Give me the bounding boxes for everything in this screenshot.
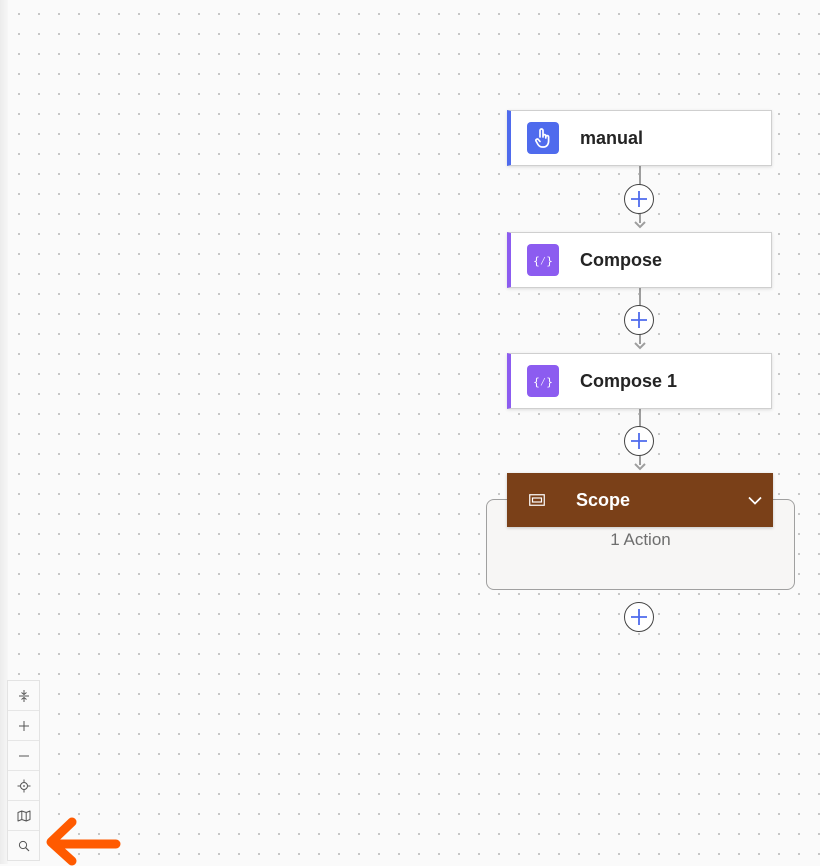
svg-text:{⁄}: {⁄}	[533, 376, 553, 389]
plus-icon	[631, 609, 647, 625]
map-icon	[17, 810, 30, 821]
action-card-compose[interactable]: {⁄} Compose	[507, 232, 772, 288]
search-icon	[18, 840, 29, 851]
minimap-button[interactable]	[8, 800, 39, 830]
curly-braces-icon: {⁄}	[527, 244, 559, 276]
scope-action-count: 1 Action	[610, 530, 671, 549]
chevron-down-icon[interactable]	[747, 492, 763, 508]
card-title: manual	[580, 127, 644, 148]
canvas-controls	[7, 680, 40, 861]
scope-title: Scope	[576, 489, 631, 510]
trigger-card-manual[interactable]: manual	[507, 110, 772, 166]
scope-container-icon	[529, 494, 545, 506]
scope-header[interactable]: Scope	[507, 473, 773, 527]
add-action-button[interactable]	[624, 426, 654, 456]
connector-arrowhead	[634, 342, 646, 350]
center-view-button[interactable]	[8, 770, 39, 800]
crosshair-icon	[17, 779, 30, 792]
connector-arrowhead	[634, 221, 646, 229]
zoom-in-button[interactable]	[8, 710, 39, 740]
plus-icon	[631, 433, 647, 449]
card-title: Compose	[580, 249, 663, 270]
add-action-button[interactable]	[624, 184, 654, 214]
annotation-arrow	[46, 817, 121, 866]
add-action-button[interactable]	[624, 305, 654, 335]
plus-icon	[631, 312, 647, 328]
fit-view-button[interactable]	[8, 681, 39, 710]
fit-view-icon	[18, 689, 29, 702]
minus-icon	[18, 755, 29, 756]
card-title: Compose 1	[580, 370, 678, 391]
curly-braces-icon: {⁄}	[527, 365, 559, 397]
svg-text:{⁄}: {⁄}	[533, 255, 553, 268]
plus-icon	[631, 191, 647, 207]
zoom-out-button[interactable]	[8, 740, 39, 770]
search-button[interactable]	[8, 830, 39, 860]
connector-arrowhead	[634, 463, 646, 471]
add-action-button[interactable]	[624, 602, 654, 632]
touch-hand-icon	[527, 122, 559, 154]
action-card-compose-1[interactable]: {⁄} Compose 1	[507, 353, 772, 409]
plus-icon	[18, 720, 29, 731]
